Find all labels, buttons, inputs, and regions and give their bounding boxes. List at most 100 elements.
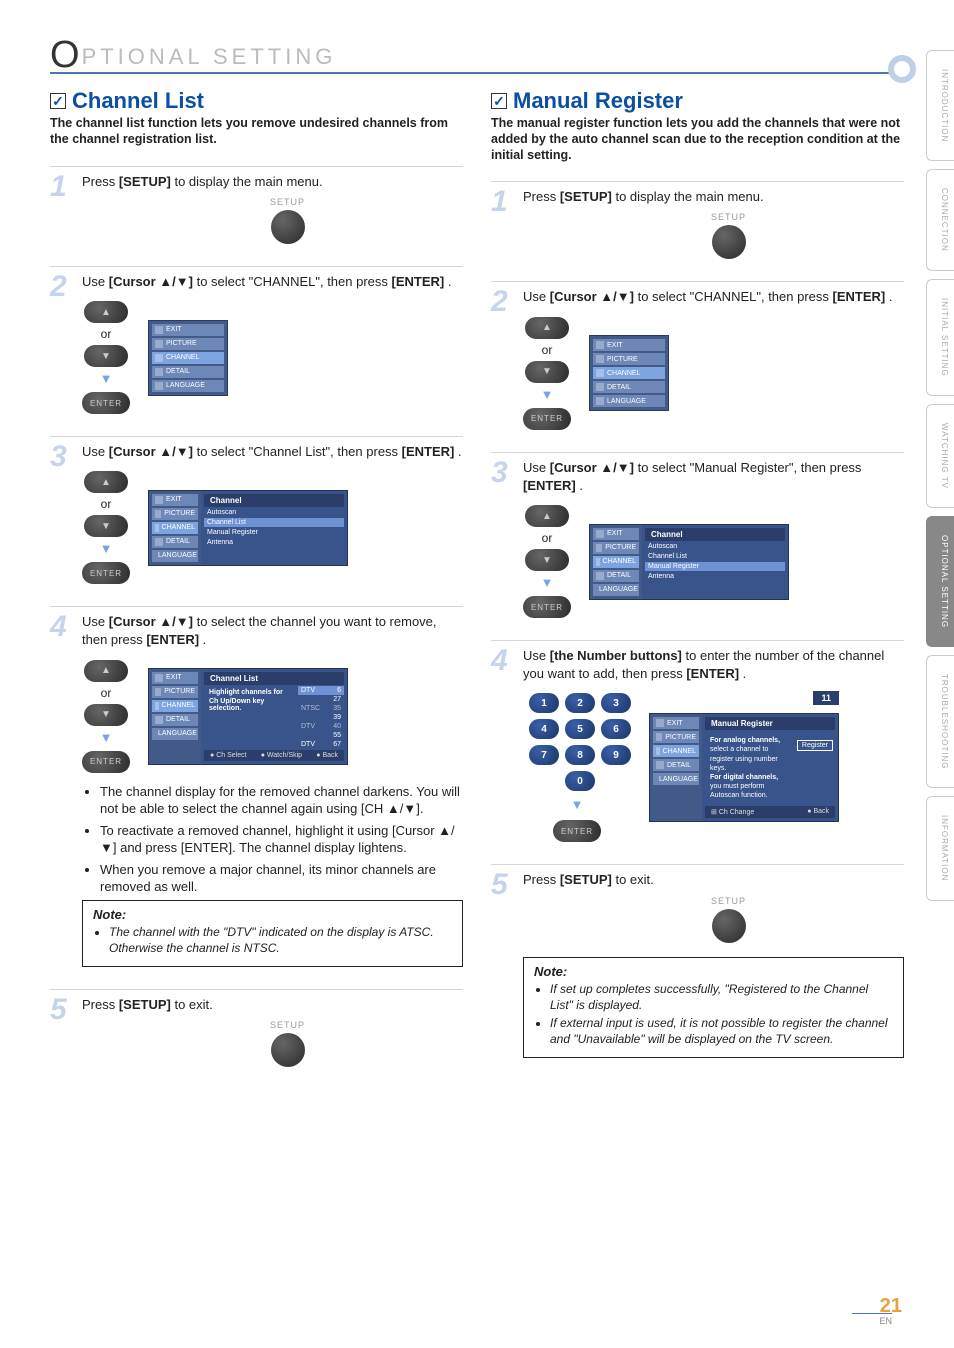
tab-introduction[interactable]: INTRODUCTION bbox=[926, 50, 954, 161]
menu-item: EXIT bbox=[653, 717, 699, 729]
round-button-icon bbox=[271, 1033, 305, 1067]
cursor-key: [Cursor ▲/▼] bbox=[109, 274, 193, 289]
note-box: Note: If set up completes successfully, … bbox=[523, 957, 904, 1059]
channel-list-section: ✓ Channel List The channel list function… bbox=[50, 88, 463, 1089]
text: . bbox=[889, 289, 893, 304]
cursor-up-icon: ▲ bbox=[84, 471, 128, 493]
setup-button-graphic: SETUP bbox=[112, 1020, 463, 1067]
osd-title: Channel List bbox=[204, 672, 344, 685]
menu-item: CHANNEL bbox=[653, 745, 699, 757]
cursor-buttons-graphic: ▲ or ▼ ▼ ENTER bbox=[82, 660, 130, 773]
bullet-item: The channel display for the removed chan… bbox=[100, 783, 463, 818]
text: . bbox=[448, 274, 452, 289]
text: . bbox=[203, 632, 207, 647]
setup-button-graphic: SETUP bbox=[553, 896, 904, 943]
step-number: 5 bbox=[491, 871, 513, 1058]
cursor-up-icon: ▲ bbox=[84, 660, 128, 682]
cursor-up-icon: ▲ bbox=[525, 317, 569, 339]
or-label: or bbox=[101, 497, 112, 511]
osd-footer: ⊞ Ch Change ● Back bbox=[705, 806, 835, 818]
menu-item: PICTURE bbox=[152, 508, 198, 520]
setup-button-graphic: SETUP bbox=[553, 212, 904, 259]
manual-register-description: The manual register function lets you ad… bbox=[491, 116, 904, 163]
setup-key: [SETUP] bbox=[119, 174, 171, 189]
menu-item: EXIT bbox=[152, 324, 224, 336]
menu-item: CHANNEL bbox=[152, 700, 198, 712]
channel-list-step-4: 4 Use [Cursor ▲/▼] to select the channel… bbox=[50, 606, 463, 967]
num-button: 3 bbox=[601, 693, 631, 713]
text: Press bbox=[523, 872, 560, 887]
cursor-down-icon: ▼ bbox=[84, 345, 128, 367]
manual-register-step-1: 1 Press [SETUP] to display the main menu… bbox=[491, 181, 904, 259]
text: . bbox=[579, 478, 583, 493]
num-button: 6 bbox=[601, 719, 631, 739]
enter-button-graphic: ENTER bbox=[82, 751, 130, 773]
arrow-down-icon: ▼ bbox=[571, 797, 584, 812]
round-button-icon bbox=[271, 210, 305, 244]
menu-item: DETAIL bbox=[653, 759, 699, 771]
osd-item: Autoscan bbox=[645, 542, 785, 551]
note-title: Note: bbox=[93, 907, 452, 922]
step-number: 1 bbox=[50, 173, 72, 244]
tv-menu-graphic: EXIT PICTURE CHANNEL DETAIL LANGUAGE bbox=[148, 320, 228, 396]
menu-item: LANGUAGE bbox=[653, 773, 699, 785]
cursor-down-icon: ▼ bbox=[84, 704, 128, 726]
enter-button-graphic: ENTER bbox=[82, 562, 130, 584]
text: Use bbox=[82, 274, 109, 289]
arrow-down-icon: ▼ bbox=[100, 730, 113, 745]
menu-item: LANGUAGE bbox=[593, 395, 665, 407]
osd-item: Manual Register bbox=[204, 528, 344, 537]
note-box: Note: The channel with the "DTV" indicat… bbox=[82, 900, 463, 967]
tab-troubleshooting[interactable]: TROUBLESHOOTING bbox=[926, 655, 954, 788]
tab-information[interactable]: INFORMATION bbox=[926, 796, 954, 900]
setup-label: SETUP bbox=[711, 896, 746, 906]
menu-item: PICTURE bbox=[152, 338, 224, 350]
enter-button-graphic: ENTER bbox=[523, 596, 571, 618]
manual-register-step-3: 3 Use [Cursor ▲/▼] to select "Manual Reg… bbox=[491, 452, 904, 618]
menu-item: PICTURE bbox=[152, 686, 198, 698]
manual-register-step-4: 4 Use [the Number buttons] to enter the … bbox=[491, 640, 904, 842]
step-number: 4 bbox=[491, 647, 513, 842]
tab-optional-setting[interactable]: OPTIONAL SETTING bbox=[926, 516, 954, 647]
or-label: or bbox=[101, 327, 112, 341]
enter-key: [ENTER] bbox=[686, 666, 739, 681]
tab-connection[interactable]: CONNECTION bbox=[926, 169, 954, 271]
enter-key: [ENTER] bbox=[146, 632, 199, 647]
menu-item: DETAIL bbox=[152, 714, 198, 726]
setup-key: [SETUP] bbox=[560, 189, 612, 204]
num-button: 7 bbox=[529, 745, 559, 765]
text: to select "Channel List", then press bbox=[197, 444, 402, 459]
tab-watching-tv[interactable]: WATCHING TV bbox=[926, 404, 954, 508]
tab-initial-setting[interactable]: INITIAL SETTING bbox=[926, 279, 954, 396]
enter-button-graphic: ENTER bbox=[82, 392, 130, 414]
menu-item: PICTURE bbox=[593, 542, 639, 554]
osd-hint: Highlight channels for bbox=[206, 688, 296, 697]
channel-list-title: Channel List bbox=[72, 88, 204, 114]
menu-item: PICTURE bbox=[653, 731, 699, 743]
text: Use bbox=[523, 289, 550, 304]
cursor-key: [Cursor ▲/▼] bbox=[550, 460, 634, 475]
cursor-down-icon: ▼ bbox=[525, 361, 569, 383]
section-tabs: INTRODUCTION CONNECTION INITIAL SETTING … bbox=[926, 50, 954, 901]
osd-row: DTV6 bbox=[298, 686, 344, 695]
setup-button-graphic: SETUP bbox=[112, 197, 463, 244]
num-button: 9 bbox=[601, 745, 631, 765]
num-button: 8 bbox=[565, 745, 595, 765]
register-button: Register bbox=[797, 740, 833, 751]
text: . bbox=[458, 444, 462, 459]
cursor-buttons-graphic: ▲ or ▼ ▼ ENTER bbox=[523, 317, 571, 430]
setup-key: [SETUP] bbox=[560, 872, 612, 887]
channel-list-step-3: 3 Use [Cursor ▲/▼] to select "Channel Li… bbox=[50, 436, 463, 584]
channel-list-step-1: 1 Press [SETUP] to display the main menu… bbox=[50, 166, 463, 244]
cursor-down-icon: ▼ bbox=[525, 549, 569, 571]
page-lang: EN bbox=[852, 1313, 892, 1326]
osd-footer: ● Ch Select ● Watch/Skip ● Back bbox=[204, 750, 344, 761]
enter-key: [ENTER] bbox=[523, 478, 576, 493]
or-label: or bbox=[101, 686, 112, 700]
cursor-key: [Cursor ▲/▼] bbox=[550, 289, 634, 304]
menu-item-selected: CHANNEL bbox=[152, 352, 224, 364]
channel-list-step-5: 5 Press [SETUP] to exit. SETUP bbox=[50, 989, 463, 1067]
note-item: The channel with the "DTV" indicated on … bbox=[109, 924, 452, 956]
cursor-buttons-graphic: ▲ or ▼ ▼ ENTER bbox=[82, 301, 130, 414]
menu-item: LANGUAGE bbox=[152, 728, 198, 740]
